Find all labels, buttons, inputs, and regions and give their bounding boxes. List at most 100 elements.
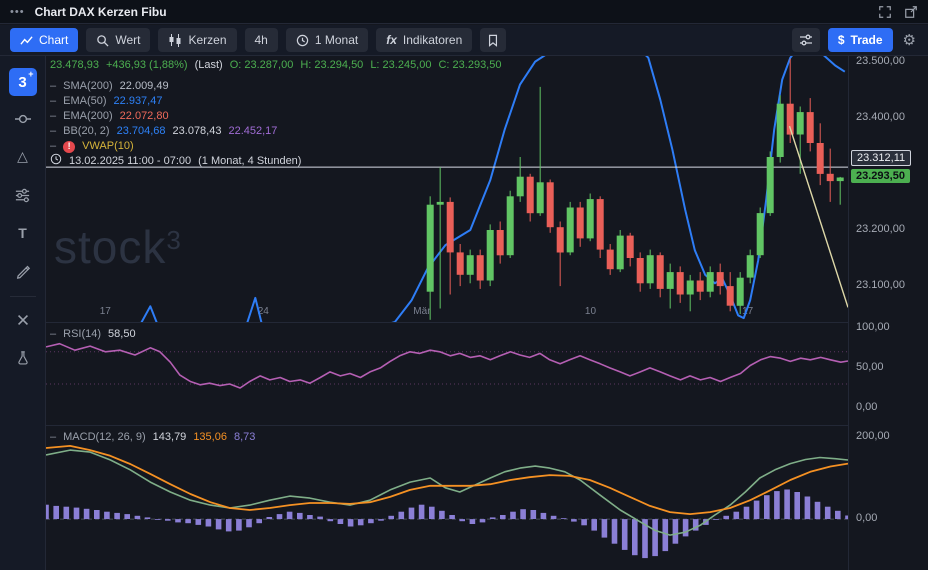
warning-icon: ! bbox=[63, 141, 75, 153]
dollar-icon: $ bbox=[838, 33, 845, 47]
crosshair-icon bbox=[14, 110, 32, 128]
text-tool-button[interactable]: T bbox=[8, 218, 38, 248]
rsi-label: RSI(14) bbox=[63, 327, 101, 342]
price-tag: 23.312,11 bbox=[851, 150, 911, 166]
window-menu-icon[interactable]: ••• bbox=[10, 6, 25, 18]
pencil-icon bbox=[15, 263, 31, 279]
crosshair-tool-button[interactable] bbox=[8, 104, 38, 134]
ema50-row: – EMA(50) 22.937,47 bbox=[50, 94, 501, 109]
trade-label: Trade bbox=[851, 33, 883, 47]
stock3-logo: 3 bbox=[18, 74, 26, 91]
chart-settings-button[interactable] bbox=[792, 28, 820, 52]
macd-value: 143,79 bbox=[153, 430, 187, 445]
ema200-value: 22.072,80 bbox=[120, 109, 169, 124]
sma-row: – SMA(200) 22.009,49 bbox=[50, 79, 501, 94]
ema50-value: 22.937,47 bbox=[114, 94, 163, 109]
axis-label: 23.400,00 bbox=[856, 111, 905, 123]
macd-hist-value: 8,73 bbox=[234, 430, 255, 445]
title-bar: ••• Chart DAX Kerzen Fibu bbox=[0, 0, 928, 24]
last-tag: (Last) bbox=[195, 58, 223, 73]
trade-button[interactable]: $ Trade bbox=[828, 28, 893, 52]
search-icon bbox=[96, 34, 109, 47]
chart-type-button[interactable]: Kerzen bbox=[158, 28, 236, 52]
chart-toolbar: Chart Wert Kerzen 4h bbox=[0, 25, 928, 56]
bookmark-button[interactable] bbox=[480, 28, 506, 52]
collapse-icon[interactable]: – bbox=[50, 94, 56, 109]
clock-icon bbox=[296, 34, 309, 47]
tune-sliders-icon bbox=[799, 33, 813, 47]
shapes-tool-button[interactable]: △ bbox=[8, 142, 38, 172]
triangle-icon: △ bbox=[17, 149, 28, 165]
symbol-search-button[interactable]: Wert bbox=[86, 28, 150, 52]
candlestick-icon bbox=[168, 33, 182, 47]
bb-label: BB(20, 2) bbox=[63, 124, 109, 139]
axis-label: 0,00 bbox=[856, 401, 877, 413]
axis-label: 100,00 bbox=[856, 321, 890, 333]
ema200-row: – EMA(200) 22.072,80 bbox=[50, 109, 501, 124]
sidebar-divider bbox=[10, 296, 36, 297]
svg-text:17: 17 bbox=[100, 306, 112, 317]
bb-upper-value: 23.704,68 bbox=[117, 124, 166, 139]
ema50-label: EMA(50) bbox=[63, 94, 106, 109]
macd-legend: – MACD(12, 26, 9) 143,79 135,06 8,73 bbox=[50, 430, 255, 445]
macd-label: MACD(12, 26, 9) bbox=[63, 430, 146, 445]
collapse-icon[interactable]: – bbox=[50, 327, 56, 342]
analysis-flask-button[interactable] bbox=[8, 343, 38, 373]
axis-label: 50,00 bbox=[856, 361, 884, 373]
pane-separator[interactable] bbox=[46, 425, 928, 426]
flask-icon bbox=[15, 350, 31, 366]
timeframe-button[interactable]: 4h bbox=[245, 28, 278, 52]
macd-pane[interactable] bbox=[46, 425, 848, 570]
range-button[interactable]: 1 Monat bbox=[286, 28, 368, 52]
vwap-label: VWAP(10) bbox=[82, 139, 134, 154]
range-label: 1 Monat bbox=[315, 33, 358, 47]
indicators-button[interactable]: fx Indikatoren bbox=[376, 28, 472, 52]
sma-label: SMA(200) bbox=[63, 79, 113, 94]
collapse-icon[interactable]: – bbox=[50, 139, 56, 154]
svg-text:10: 10 bbox=[585, 306, 597, 317]
text-tool-icon: T bbox=[18, 225, 27, 241]
svg-text:Mär: Mär bbox=[413, 306, 431, 317]
collapse-icon[interactable]: – bbox=[50, 430, 56, 445]
drawing-tools-sidebar: 3 + △ T bbox=[0, 56, 46, 570]
settings-gear-button[interactable]: ⚙ bbox=[901, 31, 918, 50]
bollinger-row: – BB(20, 2) 23.704,68 23.078,43 22.452,1… bbox=[50, 124, 501, 139]
stock3-logo-plus: + bbox=[28, 69, 33, 79]
low-value: L: 23.245,00 bbox=[370, 58, 431, 73]
gear-icon: ⚙ bbox=[903, 31, 916, 49]
close-value: C: 23.293,50 bbox=[438, 58, 501, 73]
bb-mid-value: 23.078,43 bbox=[173, 124, 222, 139]
fx-icon: fx bbox=[386, 33, 397, 47]
rsi-legend: – RSI(14) 58,50 bbox=[50, 327, 136, 342]
collapse-icon[interactable]: – bbox=[50, 109, 56, 124]
price-axis[interactable]: 23.500,0023.400,0023.200,0023.100,00100,… bbox=[848, 56, 928, 570]
chart-button-label: Chart bbox=[39, 33, 68, 47]
fullscreen-icon[interactable] bbox=[878, 5, 892, 19]
ohlc-row: 23.478,93 +436,93 (1,88%) (Last) O: 23.2… bbox=[50, 58, 501, 73]
window-title: Chart DAX Kerzen Fibu bbox=[35, 5, 167, 19]
time-row: 13.02.2025 11:00 - 07:00 (1 Monat, 4 Stu… bbox=[50, 154, 501, 169]
axis-label: 200,00 bbox=[856, 430, 890, 442]
tools-button[interactable] bbox=[8, 305, 38, 335]
collapse-icon[interactable]: – bbox=[50, 124, 56, 139]
clock-icon bbox=[50, 153, 62, 170]
high-value: H: 23.294,50 bbox=[300, 58, 363, 73]
ema200-label: EMA(200) bbox=[63, 109, 113, 124]
pane-separator[interactable] bbox=[46, 322, 928, 323]
change-value: +436,93 (1,88%) bbox=[106, 58, 188, 73]
symbol-search-label: Wert bbox=[115, 33, 140, 47]
indicators-label: Indikatoren bbox=[403, 33, 462, 47]
indicator-sliders-button[interactable] bbox=[8, 180, 38, 210]
sliders-icon bbox=[14, 187, 31, 204]
collapse-icon[interactable]: – bbox=[50, 79, 56, 94]
popout-window-icon[interactable] bbox=[904, 5, 918, 19]
chart-button[interactable]: Chart bbox=[10, 28, 78, 52]
rsi-pane[interactable] bbox=[46, 322, 848, 425]
crossed-tools-icon bbox=[15, 312, 31, 328]
stock3-apps-button[interactable]: 3 + bbox=[9, 68, 37, 96]
axis-label: 23.500,00 bbox=[856, 55, 905, 67]
price-legend: 23.478,93 +436,93 (1,88%) (Last) O: 23.2… bbox=[50, 58, 501, 169]
axis-label: 23.200,00 bbox=[856, 223, 905, 235]
axis-label: 0,00 bbox=[856, 512, 877, 524]
freehand-draw-button[interactable] bbox=[8, 256, 38, 286]
